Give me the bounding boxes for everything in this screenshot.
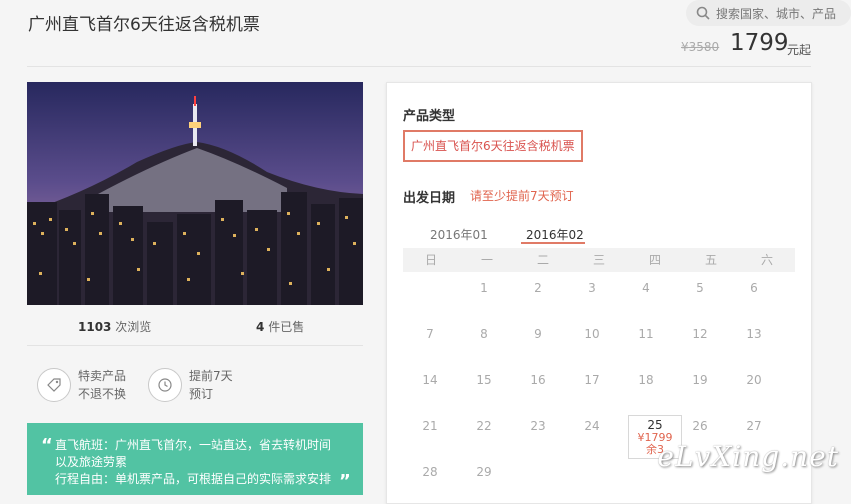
- feature-special: 特卖产品 不退不换: [78, 367, 126, 403]
- calendar-day[interactable]: 11: [619, 327, 673, 341]
- month-tab-jan[interactable]: 2016年01: [430, 226, 488, 243]
- clock-icon: [148, 368, 182, 402]
- weekday-2: 二: [536, 253, 549, 267]
- weekday-5: 五: [704, 253, 717, 267]
- calendar-day[interactable]: 2: [511, 281, 565, 295]
- calendar-day[interactable]: 6: [727, 281, 781, 295]
- advance-booking-note: 请至少提前7天预订: [470, 189, 574, 203]
- product-type-option[interactable]: 广州直飞首尔6天往返含税机票: [403, 130, 583, 162]
- selected-day-number: 25: [647, 418, 663, 432]
- calendar-day[interactable]: 18: [619, 373, 673, 387]
- price-unit: 元起: [787, 43, 812, 57]
- calendar-day[interactable]: 9: [511, 327, 565, 341]
- tag-icon: [37, 368, 71, 402]
- departure-date-label: 出发日期: [403, 191, 456, 206]
- calendar-day[interactable]: 7: [403, 327, 457, 341]
- view-count-label: 次浏览: [115, 320, 152, 334]
- calendar-day[interactable]: 8: [457, 327, 511, 341]
- calendar-day[interactable]: 28: [403, 465, 457, 479]
- weekday-6: 六: [760, 253, 773, 267]
- calendar-day[interactable]: 12: [673, 327, 727, 341]
- calendar-day[interactable]: 21: [403, 419, 457, 433]
- calendar-day[interactable]: 19: [673, 373, 727, 387]
- calendar-day[interactable]: 23: [511, 419, 565, 433]
- search-placeholder: 搜索国家、城市、产品: [716, 6, 837, 21]
- calendar-day[interactable]: 4: [619, 281, 673, 295]
- calendar-day[interactable]: 3: [565, 281, 619, 295]
- calendar-day[interactable]: 10: [565, 327, 619, 341]
- calendar-day[interactable]: 24: [565, 419, 619, 433]
- stats-divider: [27, 345, 363, 346]
- product-type-label: 产品类型: [403, 109, 456, 124]
- close-quote-icon: ”: [339, 471, 351, 492]
- calendar-day[interactable]: 1: [457, 281, 511, 295]
- calendar-day[interactable]: 16: [511, 373, 565, 387]
- search-icon: [696, 6, 710, 20]
- weekday-header: 日一二三四五六: [403, 248, 795, 272]
- original-price: ¥3580: [681, 40, 720, 54]
- calendar-day[interactable]: 15: [457, 373, 511, 387]
- month-tab-feb[interactable]: 2016年02: [526, 226, 584, 243]
- view-count: 1103 次浏览: [78, 318, 151, 335]
- feature-advance-line1: 提前7天: [189, 369, 233, 383]
- page-title: 广州直飞首尔6天往返含税机票: [28, 15, 260, 35]
- sold-count-value: 4: [256, 320, 265, 334]
- watermark: eLvXing.net: [657, 440, 839, 473]
- calendar-day[interactable]: 13: [727, 327, 781, 341]
- weekday-0: 日: [424, 253, 437, 267]
- calendar-day[interactable]: 5: [673, 281, 727, 295]
- highlight-box: “ 直飞航班：广州直飞首尔，一站直达，省去转机时间 以及旅途劳累 行程自由：单机…: [27, 423, 363, 495]
- feature-special-line1: 特卖产品: [78, 369, 127, 383]
- product-photo: [27, 82, 363, 305]
- current-price: 1799: [730, 30, 789, 56]
- open-quote-icon: “: [41, 435, 53, 456]
- sold-count: 4 件已售: [256, 318, 304, 335]
- calendar-day[interactable]: 14: [403, 373, 457, 387]
- header-divider: [27, 66, 811, 67]
- weekday-1: 一: [480, 253, 493, 267]
- active-month-indicator: [521, 242, 585, 244]
- feature-advance-line2: 预订: [189, 387, 214, 401]
- calendar-day[interactable]: 20: [727, 373, 781, 387]
- weekday-4: 四: [648, 253, 661, 267]
- sold-count-label: 件已售: [268, 320, 305, 334]
- view-count-value: 1103: [78, 320, 112, 334]
- weekday-3: 三: [592, 253, 605, 267]
- feature-special-line2: 不退不换: [78, 387, 127, 401]
- calendar-day[interactable]: 22: [457, 419, 511, 433]
- highlight-line-3: 行程自由：单机票产品，可根据自己的实际需求安排: [55, 472, 332, 486]
- calendar-day[interactable]: 27: [727, 419, 781, 433]
- feature-advance: 提前7天 预订: [189, 367, 233, 403]
- calendar-day[interactable]: 17: [565, 373, 619, 387]
- search-input[interactable]: 搜索国家、城市、产品: [686, 0, 851, 26]
- highlight-line-2: 以及旅途劳累: [55, 455, 128, 469]
- calendar-day[interactable]: 29: [457, 465, 511, 479]
- highlight-line-1: 直飞航班：广州直飞首尔，一站直达，省去转机时间: [55, 438, 332, 452]
